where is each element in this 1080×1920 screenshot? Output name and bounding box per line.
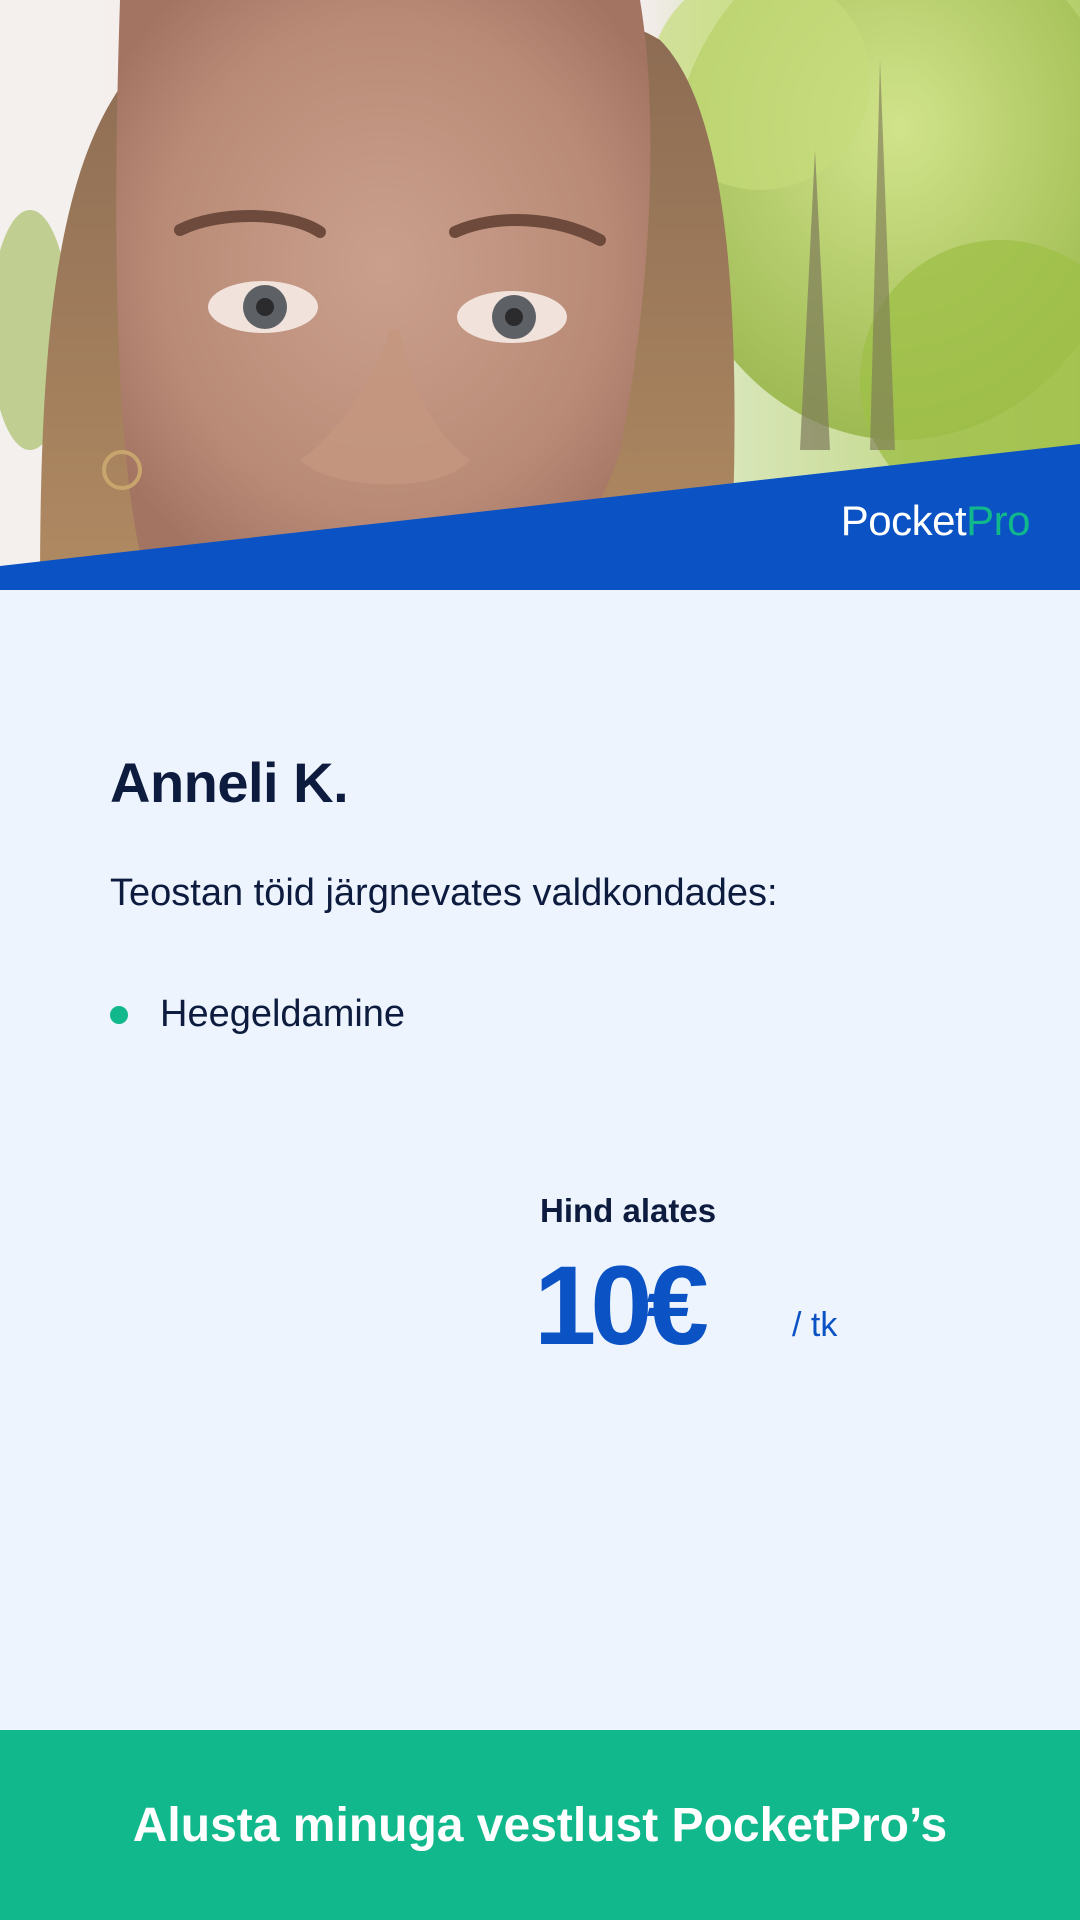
price-unit: / tk [792, 1306, 838, 1344]
profile-name: Anneli K. [110, 751, 349, 814]
profile-card: PocketPro Anneli K. Teostan töid järgnev… [0, 0, 1080, 1920]
services-intro: Teostan töid järgnevates valdkondades: [110, 872, 778, 914]
profile-hero: PocketPro [0, 0, 1080, 590]
pocketpro-logo: PocketPro [840, 497, 1031, 544]
price-label: Hind alates [540, 1192, 717, 1229]
services-list: Heegeldamine [110, 990, 405, 1038]
price-row: 10€ / tk [534, 1250, 837, 1362]
start-chat-button[interactable]: Alusta minuga vestlust PocketPro’s [0, 1730, 1080, 1920]
logo-text-pocket: Pocket [840, 497, 967, 544]
service-item: Heegeldamine [110, 990, 405, 1038]
logo-text-pro: Pro [966, 497, 1030, 544]
service-label: Heegeldamine [160, 993, 406, 1035]
bullet-icon [110, 1006, 128, 1024]
price-value: 10€ [534, 1243, 709, 1368]
